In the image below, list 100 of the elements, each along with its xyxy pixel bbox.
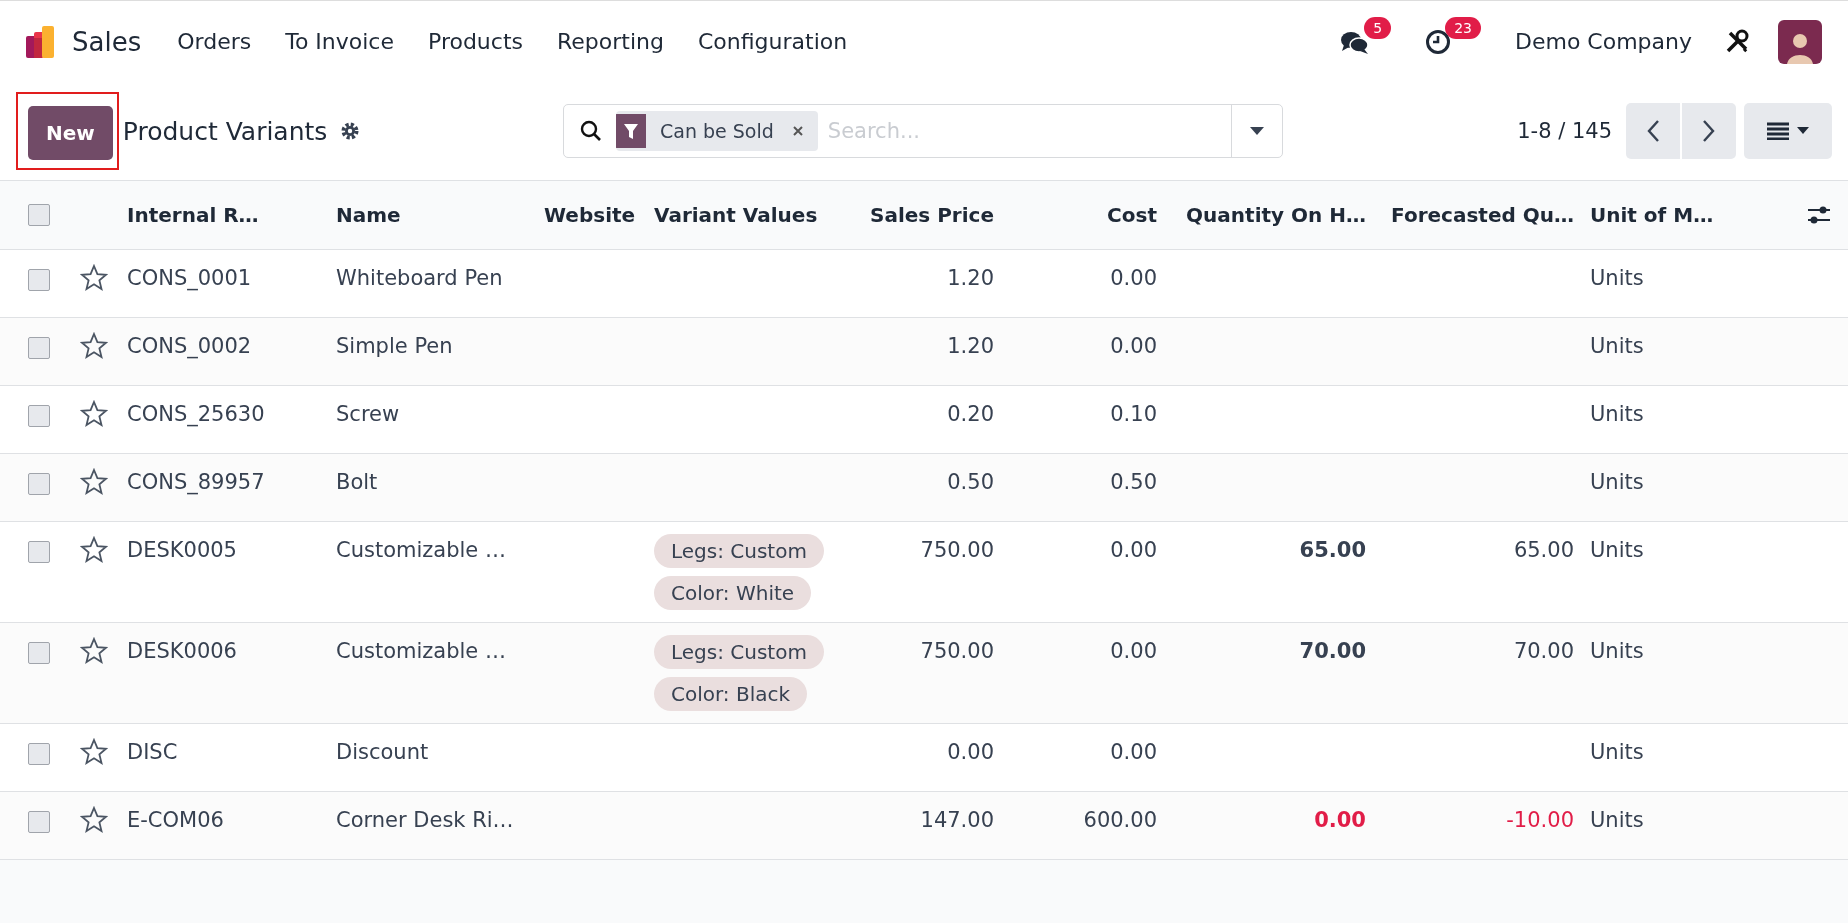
- table-cell: 0.00: [1110, 740, 1157, 764]
- table-cell: Units: [1590, 266, 1644, 290]
- company-switcher[interactable]: Demo Company: [1514, 29, 1692, 54]
- menu-item[interactable]: Configuration: [697, 29, 848, 54]
- table-cell: 750.00: [920, 639, 994, 663]
- table-cell: Units: [1590, 334, 1644, 358]
- table-cell: Customizable …: [336, 639, 506, 663]
- column-header[interactable]: Website: [544, 203, 636, 227]
- table-cell: 0.20: [947, 402, 994, 426]
- star-icon[interactable]: [80, 637, 108, 665]
- table-cell: 1.20: [947, 266, 994, 290]
- menu-item[interactable]: Orders: [177, 29, 252, 54]
- variant-tag: Legs: Custom: [654, 635, 824, 669]
- count-badge: 5: [1364, 16, 1392, 39]
- table-cell: 70.00: [1299, 639, 1366, 663]
- column-header[interactable]: Quantity On H…: [1186, 203, 1366, 227]
- table-cell: Units: [1590, 639, 1644, 663]
- checkbox[interactable]: [28, 642, 50, 664]
- table-cell: 0.00: [1110, 334, 1157, 358]
- star-icon[interactable]: [80, 536, 108, 564]
- table-cell: CONS_89957: [127, 470, 265, 494]
- checkbox[interactable]: [28, 473, 50, 495]
- table-cell: Whiteboard Pen: [336, 266, 503, 290]
- checkbox[interactable]: [28, 337, 50, 359]
- list-view-icon: [1767, 122, 1789, 140]
- table-cell: 600.00: [1083, 808, 1157, 832]
- column-header[interactable]: Unit of M…: [1590, 203, 1714, 227]
- table-cell: 0.00: [1110, 266, 1157, 290]
- table-cell: 1.20: [947, 334, 994, 358]
- star-icon[interactable]: [80, 738, 108, 766]
- table-cell: E-COM06: [127, 808, 224, 832]
- page-title: Product Variants: [122, 116, 328, 146]
- table-cell: 65.00: [1513, 538, 1574, 562]
- checkbox[interactable]: [28, 204, 50, 226]
- chevron-left-icon: [1646, 119, 1660, 143]
- table-cell: Discount: [336, 740, 429, 764]
- table-cell: Screw: [336, 402, 400, 426]
- table-cell: Units: [1590, 808, 1644, 832]
- table-cell: Customizable …: [336, 538, 506, 562]
- caret-icon: [1797, 127, 1809, 135]
- star-icon[interactable]: [80, 400, 108, 428]
- column-header[interactable]: Sales Price: [870, 203, 994, 227]
- table-cell: 750.00: [920, 538, 994, 562]
- view-switcher-button[interactable]: [1744, 103, 1832, 159]
- table-cell: 147.00: [920, 808, 994, 832]
- column-header[interactable]: Cost: [1107, 203, 1157, 227]
- menu-item[interactable]: Products: [428, 29, 523, 54]
- column-header[interactable]: Internal R…: [127, 203, 259, 227]
- app-name-link[interactable]: Sales: [72, 26, 142, 57]
- menu-item[interactable]: Reporting: [557, 29, 664, 54]
- table-cell: 0.50: [1110, 470, 1157, 494]
- table-cell: CONS_25630: [127, 402, 265, 426]
- menu-item[interactable]: To Invoice: [285, 29, 394, 54]
- table-cell: DISC: [127, 740, 178, 764]
- variant-tag: Color: Black: [654, 677, 808, 711]
- checkbox[interactable]: [28, 743, 50, 765]
- checkbox[interactable]: [28, 541, 50, 563]
- star-icon[interactable]: [80, 332, 108, 360]
- table-cell: CONS_0002: [127, 334, 252, 358]
- chevron-right-icon: [1702, 119, 1716, 143]
- table-cell: 0.00: [1110, 538, 1157, 562]
- column-header[interactable]: Forecasted Qu…: [1391, 203, 1574, 227]
- filter-facet[interactable]: Can be Sold: [616, 111, 818, 151]
- tools-icon[interactable]: [1724, 28, 1750, 55]
- clock-icon[interactable]: [1425, 28, 1452, 55]
- table-cell: 0.00: [1110, 639, 1157, 663]
- checkbox[interactable]: [28, 811, 50, 833]
- table-cell: DESK0005: [127, 538, 237, 562]
- star-icon[interactable]: [80, 806, 108, 834]
- next-page-button[interactable]: [1682, 103, 1736, 159]
- count-badge: 23: [1445, 16, 1481, 39]
- table-cell: DESK0006: [127, 639, 237, 663]
- table-cell: -10.00: [1506, 808, 1574, 832]
- new-button[interactable]: New: [28, 106, 113, 160]
- column-settings-icon[interactable]: [1807, 204, 1831, 226]
- table-cell: Units: [1590, 538, 1644, 562]
- user-avatar[interactable]: [1778, 19, 1822, 64]
- variant-tag: Color: White: [654, 576, 812, 610]
- funnel-icon: [616, 111, 646, 151]
- table-cell: 65.00: [1299, 538, 1366, 562]
- pager-value[interactable]: 1-8 / 145: [1517, 119, 1612, 143]
- checkbox[interactable]: [28, 269, 50, 291]
- close-icon[interactable]: [791, 125, 804, 137]
- checkbox[interactable]: [28, 405, 50, 427]
- table-cell: Simple Pen: [336, 334, 453, 358]
- star-icon[interactable]: [80, 468, 108, 496]
- star-icon[interactable]: [80, 264, 108, 292]
- table-cell: 0.50: [947, 470, 994, 494]
- table-cell: Units: [1590, 470, 1644, 494]
- caret-icon: [1249, 126, 1265, 136]
- column-header[interactable]: Name: [336, 203, 401, 227]
- table-cell: Units: [1590, 402, 1644, 426]
- table-cell: Units: [1590, 740, 1644, 764]
- table-cell: 0.00: [1314, 808, 1366, 832]
- table-cell: 0.10: [1110, 402, 1157, 426]
- variant-tag: Legs: Custom: [654, 534, 824, 568]
- table-cell: CONS_0001: [127, 266, 252, 290]
- column-header[interactable]: Variant Values: [654, 203, 818, 227]
- previous-page-button[interactable]: [1626, 103, 1680, 159]
- table-cell: 0.00: [947, 740, 994, 764]
